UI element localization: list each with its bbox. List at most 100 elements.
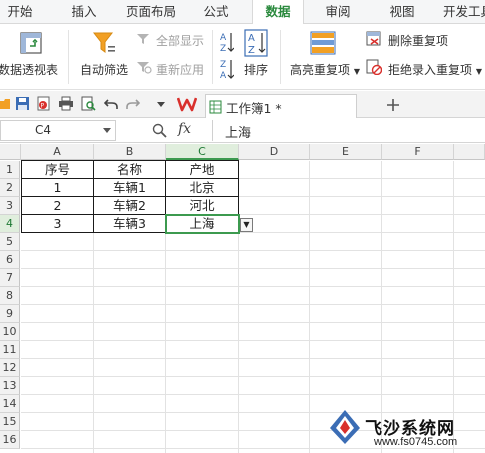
cell-a3[interactable]: 2 bbox=[21, 197, 94, 215]
tab-view[interactable]: 视图 bbox=[382, 0, 422, 24]
cell-b4[interactable]: 车辆3 bbox=[94, 215, 166, 233]
svg-text:A: A bbox=[248, 33, 255, 44]
ribbon-separator bbox=[68, 30, 69, 84]
reapply-filter-icon bbox=[137, 62, 152, 74]
row-header[interactable]: 16 bbox=[0, 431, 20, 449]
row-header[interactable]: 13 bbox=[0, 377, 20, 395]
cell-c3[interactable]: 河北 bbox=[166, 197, 239, 215]
tab-developer[interactable]: 开发工具 bbox=[440, 0, 485, 24]
sort-descending-icon[interactable]: Z A bbox=[220, 58, 234, 80]
sort-ascending-icon[interactable]: A Z bbox=[220, 31, 234, 53]
export-pdf-icon[interactable]: P bbox=[36, 96, 51, 111]
row-header[interactable]: 3 bbox=[0, 197, 20, 215]
tab-formulas[interactable]: 公式 bbox=[196, 0, 236, 24]
insert-function-button[interactable]: fx bbox=[178, 121, 191, 137]
column-header-f[interactable]: F bbox=[382, 144, 454, 160]
tab-home[interactable]: 开始 bbox=[0, 0, 40, 24]
reject-duplicates-button[interactable]: 拒绝录入重复项 ▼ bbox=[388, 61, 482, 78]
row-header[interactable]: 1 bbox=[0, 161, 20, 179]
svg-text:Z: Z bbox=[220, 60, 226, 70]
tab-insert[interactable]: 插入 bbox=[64, 0, 104, 24]
row-header[interactable]: 8 bbox=[0, 287, 20, 305]
column-header-a[interactable]: A bbox=[21, 144, 94, 160]
cell-a4[interactable]: 3 bbox=[21, 215, 94, 233]
pivot-table-button[interactable]: 数据透视表 bbox=[0, 61, 58, 78]
row-header[interactable]: 14 bbox=[0, 395, 20, 413]
watermark: 飞沙系统网 www.fs0745.com bbox=[318, 402, 485, 453]
row-header[interactable]: 5 bbox=[0, 233, 20, 251]
autofilter-funnel-icon[interactable] bbox=[92, 30, 116, 56]
cell-b3[interactable]: 车辆2 bbox=[94, 197, 166, 215]
pivot-table-icon[interactable] bbox=[20, 32, 42, 54]
column-header-b[interactable]: B bbox=[94, 144, 166, 160]
wps-logo-icon bbox=[177, 97, 197, 112]
cell-a1[interactable]: 序号 bbox=[21, 160, 94, 179]
spreadsheet-file-icon bbox=[209, 100, 222, 114]
cell-b1[interactable]: 名称 bbox=[94, 160, 166, 179]
row-header[interactable]: 4 bbox=[0, 215, 20, 233]
reject-duplicates-dropdown-icon: ▼ bbox=[475, 67, 482, 76]
name-box-dropdown-icon[interactable] bbox=[103, 128, 111, 134]
select-all-corner[interactable] bbox=[0, 144, 21, 160]
save-icon[interactable] bbox=[15, 96, 30, 111]
ribbon-panel: 数据透视表 自动筛选 全部显示 重新应用 A Z A Z Z A 排序 高亮重复… bbox=[0, 24, 485, 90]
formula-input[interactable]: 上海 bbox=[212, 120, 485, 141]
name-box[interactable]: C4 bbox=[0, 120, 116, 141]
row-header[interactable]: 7 bbox=[0, 269, 20, 287]
cell-c4[interactable]: 上海 bbox=[166, 215, 239, 233]
document-title: 工作簿1 * bbox=[226, 101, 282, 116]
quick-access-toolbar: P 工作簿1 * bbox=[0, 91, 485, 118]
row-header[interactable]: 11 bbox=[0, 341, 20, 359]
reject-duplicates-icon bbox=[366, 59, 382, 75]
row-header[interactable]: 15 bbox=[0, 413, 20, 431]
row-header[interactable]: 2 bbox=[0, 179, 20, 197]
autofilter-button[interactable]: 自动筛选 bbox=[80, 61, 128, 78]
print-icon[interactable] bbox=[58, 96, 74, 111]
column-header-c[interactable]: C bbox=[166, 144, 239, 160]
remove-duplicates-button[interactable]: 删除重复项 bbox=[388, 32, 448, 49]
customize-toolbar-icon[interactable] bbox=[156, 99, 166, 109]
cell-b2[interactable]: 车辆1 bbox=[94, 179, 166, 197]
open-folder-icon[interactable] bbox=[0, 97, 10, 111]
column-header-g[interactable] bbox=[454, 144, 485, 160]
show-all-filter-icon bbox=[137, 34, 149, 44]
svg-text:Z: Z bbox=[248, 45, 255, 56]
cell-a2[interactable]: 1 bbox=[21, 179, 94, 197]
reject-duplicates-label: 拒绝录入重复项 bbox=[388, 63, 473, 77]
svg-text:A: A bbox=[220, 71, 227, 80]
tab-page-layout[interactable]: 页面布局 bbox=[120, 0, 182, 24]
new-tab-plus-icon[interactable] bbox=[386, 98, 400, 112]
row-header[interactable]: 10 bbox=[0, 323, 20, 341]
document-tab[interactable]: 工作簿1 * bbox=[205, 94, 357, 118]
svg-text:P: P bbox=[41, 103, 45, 110]
row-header[interactable]: 6 bbox=[0, 251, 20, 269]
sort-button[interactable]: 排序 bbox=[244, 61, 268, 78]
row-header[interactable]: 9 bbox=[0, 305, 20, 323]
watermark-logo-icon bbox=[330, 410, 360, 444]
svg-text:A: A bbox=[220, 33, 227, 43]
print-preview-icon[interactable] bbox=[81, 96, 96, 111]
show-all-button[interactable]: 全部显示 bbox=[156, 32, 204, 49]
tab-data[interactable]: 数据 bbox=[252, 0, 304, 25]
watermark-url: www.fs0745.com bbox=[374, 436, 458, 448]
cell-c1[interactable]: 产地 bbox=[166, 160, 239, 179]
ribbon-separator bbox=[280, 30, 281, 84]
column-header-e[interactable]: E bbox=[310, 144, 382, 160]
ribbon-separator bbox=[212, 30, 213, 84]
tab-review[interactable]: 审阅 bbox=[318, 0, 358, 24]
validation-dropdown-button[interactable]: ▼ bbox=[240, 218, 253, 232]
column-header-d[interactable]: D bbox=[239, 144, 310, 160]
name-box-value: C4 bbox=[35, 123, 52, 137]
highlight-duplicates-button[interactable]: 高亮重复项 ▼ bbox=[290, 61, 360, 78]
svg-text:Z: Z bbox=[220, 44, 226, 53]
undo-icon[interactable] bbox=[104, 97, 118, 110]
row-header[interactable]: 12 bbox=[0, 359, 20, 377]
zoom-search-icon[interactable] bbox=[152, 123, 167, 138]
remove-duplicates-icon bbox=[366, 31, 381, 46]
highlight-duplicates-icon[interactable] bbox=[310, 31, 336, 55]
redo-icon[interactable] bbox=[126, 97, 140, 110]
reapply-button[interactable]: 重新应用 bbox=[156, 61, 204, 78]
formula-value: 上海 bbox=[225, 126, 252, 141]
sort-icon[interactable]: A Z bbox=[244, 29, 268, 57]
cell-c2[interactable]: 北京 bbox=[166, 179, 239, 197]
